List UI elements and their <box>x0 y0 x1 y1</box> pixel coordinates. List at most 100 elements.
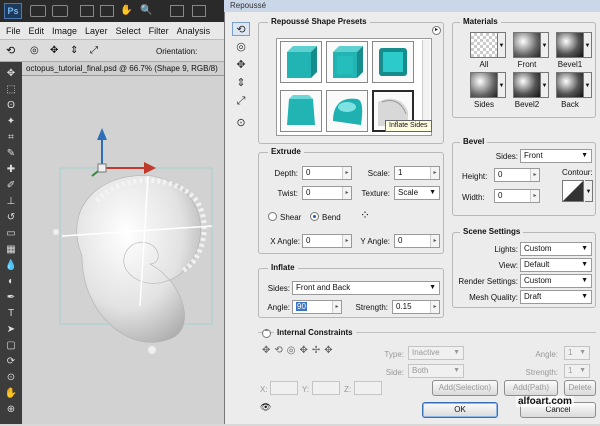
material-bevel2-swatch[interactable] <box>513 72 541 98</box>
type-tool-icon[interactable]: T <box>4 308 18 320</box>
dodge-tool-icon[interactable]: ◐ <box>4 276 18 288</box>
ok-button[interactable]: OK <box>422 402 498 418</box>
arrange-documents-icon[interactable] <box>170 5 184 17</box>
scale-spinner-icon[interactable]: ▸ <box>430 167 439 179</box>
shape-tool-icon[interactable]: ▢ <box>4 340 18 352</box>
scale-field[interactable]: 1 ▸ <box>394 166 440 180</box>
material-bevel1-dropdown-icon[interactable]: ▼ <box>584 32 592 58</box>
3d-scale-mode-icon[interactable]: ⤢ <box>232 94 250 108</box>
minibridge-icon[interactable] <box>52 5 68 17</box>
delete-button[interactable]: Delete <box>564 380 596 396</box>
bevel-sides-dropdown[interactable]: Front ▼ <box>520 149 592 163</box>
material-all-dropdown-icon[interactable]: ▼ <box>498 32 506 58</box>
bend-radio[interactable] <box>310 212 319 221</box>
preset-inflate-front[interactable] <box>326 90 368 132</box>
zoom-level-icon[interactable] <box>100 5 114 17</box>
marquee-tool-icon[interactable]: ⬚ <box>4 84 18 96</box>
constraint-strength-field[interactable]: 1 ▼ <box>564 364 590 378</box>
3d-slide-icon[interactable]: ⇕ <box>70 44 84 58</box>
hand-tool-icon[interactable]: ✋ <box>4 388 18 400</box>
zoom-icon[interactable]: 🔍 <box>140 5 154 17</box>
3d-roll-icon[interactable]: ◎ <box>30 44 44 58</box>
menu-edit[interactable]: Edit <box>29 26 45 36</box>
preset-bevel-front[interactable] <box>280 90 322 132</box>
crop-tool-icon[interactable]: ⌗ <box>4 132 18 144</box>
magic-wand-tool-icon[interactable]: ✦ <box>4 116 18 128</box>
depth-spinner-icon[interactable]: ▸ <box>342 167 351 179</box>
move-tool-icon[interactable]: ✥ <box>4 68 18 80</box>
lasso-tool-icon[interactable]: ʘ <box>4 100 18 112</box>
render-settings-dropdown[interactable]: Custom ▼ <box>520 274 592 288</box>
guides-icon[interactable] <box>80 5 94 17</box>
bevel-height-field[interactable]: 0 ▸ <box>494 168 540 182</box>
zoom-tool-icon[interactable]: ⊕ <box>4 404 18 416</box>
3d-rotate-tool-icon[interactable]: ⟲ <box>6 44 22 58</box>
blur-tool-icon[interactable]: 💧 <box>4 260 18 272</box>
pen-tool-icon[interactable]: ✒ <box>4 292 18 304</box>
path-selection-tool-icon[interactable]: ➤ <box>4 324 18 336</box>
3d-rotate-mode-icon[interactable]: ⟲ <box>232 22 250 36</box>
3d-object-tool-icon[interactable]: ⟳ <box>4 356 18 368</box>
presets-menu-icon[interactable]: ▸ <box>432 26 441 35</box>
material-front-dropdown-icon[interactable]: ▼ <box>541 32 549 58</box>
inflate-angle-field[interactable]: 90 ▸ <box>292 300 342 314</box>
constraint-z-field[interactable] <box>354 381 382 395</box>
eraser-tool-icon[interactable]: ▭ <box>4 228 18 240</box>
x-angle-spinner-icon[interactable]: ▸ <box>342 235 351 247</box>
inflate-strength-field[interactable]: 0.15 ▸ <box>392 300 440 314</box>
inflate-angle-spinner-icon[interactable]: ▸ <box>332 301 341 313</box>
preset-extrude[interactable] <box>280 41 322 83</box>
twist-spinner-icon[interactable]: ▸ <box>342 187 351 199</box>
eyedropper-tool-icon[interactable]: ✎ <box>4 148 18 160</box>
material-back-dropdown-icon[interactable]: ▼ <box>584 72 592 98</box>
add-path-button[interactable]: Add(Path) <box>504 380 558 396</box>
constraint-side-dropdown[interactable]: Both ▼ <box>408 364 464 378</box>
lights-dropdown[interactable]: Custom ▼ <box>520 242 592 256</box>
inflate-strength-spinner-icon[interactable]: ▸ <box>430 301 439 313</box>
mesh-quality-dropdown[interactable]: Draft ▼ <box>520 290 592 304</box>
material-sides-swatch[interactable] <box>470 72 498 98</box>
x-angle-field[interactable]: 0 ▸ <box>302 234 352 248</box>
healing-brush-tool-icon[interactable]: ✚ <box>4 164 18 176</box>
3d-pan-mode-icon[interactable]: ✥ <box>232 58 250 72</box>
3d-pan-icon[interactable]: ✥ <box>50 44 64 58</box>
menu-select[interactable]: Select <box>116 26 141 36</box>
constraint-y-field[interactable] <box>312 381 340 395</box>
bridge-icon[interactable] <box>30 5 46 17</box>
depth-field[interactable]: 0 ▸ <box>302 166 352 180</box>
bevel-height-spinner-icon[interactable]: ▸ <box>530 169 539 181</box>
3d-scale-icon[interactable]: ⤢ <box>90 44 104 58</box>
3d-camera-mode-icon[interactable]: ⊙ <box>232 116 250 130</box>
material-sides-dropdown-icon[interactable]: ▼ <box>498 72 506 98</box>
add-selection-button[interactable]: Add(Selection) <box>432 380 498 396</box>
menu-file[interactable]: File <box>6 26 21 36</box>
menu-layer[interactable]: Layer <box>85 26 108 36</box>
contour-picker[interactable] <box>562 180 584 202</box>
screen-mode-icon[interactable] <box>192 5 206 17</box>
shear-radio[interactable] <box>268 212 277 221</box>
3d-camera-tool-icon[interactable]: ⊙ <box>4 372 18 384</box>
texture-dropdown[interactable]: Scale ▼ <box>394 186 440 200</box>
preset-bevel-all[interactable] <box>372 41 414 83</box>
menu-image[interactable]: Image <box>52 26 77 36</box>
preset-bevel-frame[interactable] <box>326 41 368 83</box>
constraint-angle-field[interactable]: 1 ▼ <box>564 346 590 360</box>
material-all-swatch[interactable] <box>470 32 498 58</box>
y-angle-field[interactable]: 0 ▸ <box>394 234 440 248</box>
material-bevel2-dropdown-icon[interactable]: ▼ <box>541 72 549 98</box>
constraint-tools-icons[interactable]: ✥⟲◎✥✢✥ <box>262 344 382 358</box>
menu-filter[interactable]: Filter <box>149 26 169 36</box>
inflate-sides-dropdown[interactable]: Front and Back ▼ <box>292 281 440 295</box>
material-front-swatch[interactable] <box>513 32 541 58</box>
document-tab[interactable]: octopus_tutorial_final.psd @ 66.7% (Shap… <box>22 62 224 76</box>
material-bevel1-swatch[interactable] <box>556 32 584 58</box>
reference-point-icon[interactable]: ⁘ <box>360 208 374 222</box>
twist-field[interactable]: 0 ▸ <box>302 186 352 200</box>
menu-analysis[interactable]: Analysis <box>177 26 211 36</box>
history-brush-tool-icon[interactable]: ↺ <box>4 212 18 224</box>
contour-dropdown-icon[interactable]: ▼ <box>585 180 593 202</box>
view-dropdown[interactable]: Default ▼ <box>520 258 592 272</box>
3d-roll-mode-icon[interactable]: ◎ <box>232 40 250 54</box>
gradient-tool-icon[interactable]: ▦ <box>4 244 18 256</box>
hand-icon[interactable]: ✋ <box>120 5 134 17</box>
